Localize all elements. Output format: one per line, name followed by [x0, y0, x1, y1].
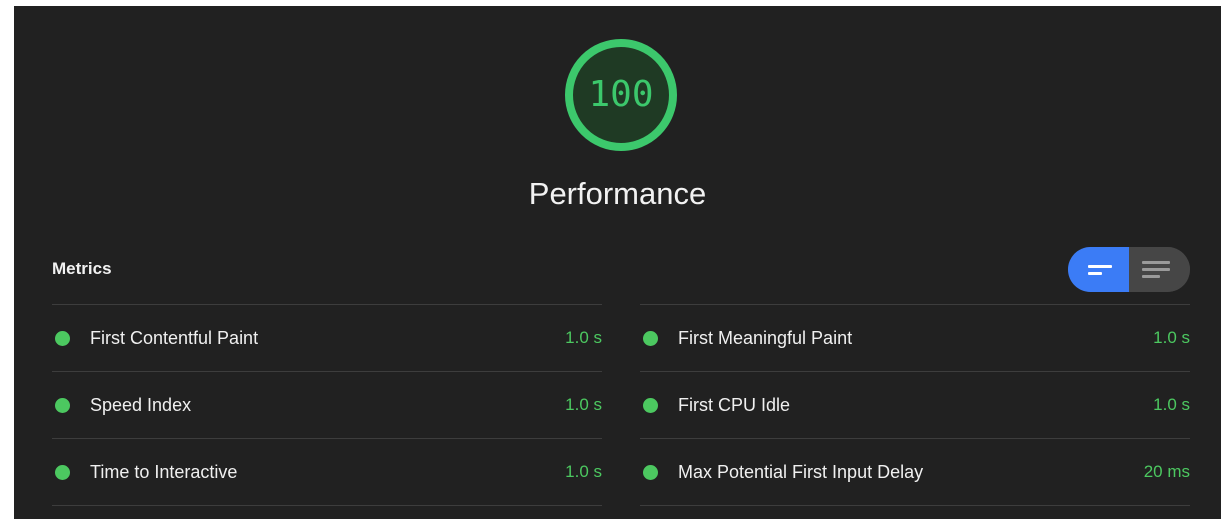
metric-first-meaningful-paint: First Meaningful Paint 1.0 s [640, 305, 1190, 372]
metric-value: 1.0 s [565, 395, 602, 414]
metric-speed-index: Speed Index 1.0 s [52, 372, 602, 439]
metric-label: Time to Interactive [90, 462, 238, 482]
metric-label: First CPU Idle [678, 395, 791, 415]
pass-status-icon [55, 465, 70, 480]
category-title: Performance [528, 176, 707, 211]
pass-status-icon [643, 398, 658, 413]
score-value: 100 [588, 74, 654, 115]
score-gauge: 100 [562, 36, 680, 154]
metrics-view-toggle [1068, 247, 1190, 292]
opportunity-view-button[interactable] [1068, 247, 1129, 292]
metric-value: 1.0 s [565, 328, 602, 347]
pass-status-icon [55, 398, 70, 413]
pass-status-icon [55, 331, 70, 346]
metric-value: 20 ms [1143, 462, 1190, 481]
pass-status-icon [643, 465, 658, 480]
metric-label: Speed Index [90, 395, 192, 415]
metric-value: 1.0 s [1153, 395, 1190, 414]
metrics-header: Metrics [52, 259, 112, 278]
performance-report-panel: 100 Performance Metrics First Contentful… [14, 6, 1221, 519]
metric-first-cpu-idle: First CPU Idle 1.0 s [640, 372, 1190, 439]
list-view-button[interactable] [1129, 247, 1190, 292]
metric-time-to-interactive: Time to Interactive 1.0 s [52, 439, 602, 506]
metrics-column-left: First Contentful Paint 1.0 s Speed Index… [52, 304, 602, 506]
pass-status-icon [643, 331, 658, 346]
metric-label: First Meaningful Paint [678, 328, 853, 348]
metrics-column-right: First Meaningful Paint 1.0 s First CPU I… [640, 304, 1190, 506]
metric-label: Max Potential First Input Delay [678, 462, 924, 482]
metric-label: First Contentful Paint [90, 328, 259, 348]
metric-value: 1.0 s [1153, 328, 1190, 347]
metric-max-potential-fid: Max Potential First Input Delay 20 ms [640, 439, 1190, 506]
metric-value: 1.0 s [565, 462, 602, 481]
metric-first-contentful-paint: First Contentful Paint 1.0 s [52, 305, 602, 372]
